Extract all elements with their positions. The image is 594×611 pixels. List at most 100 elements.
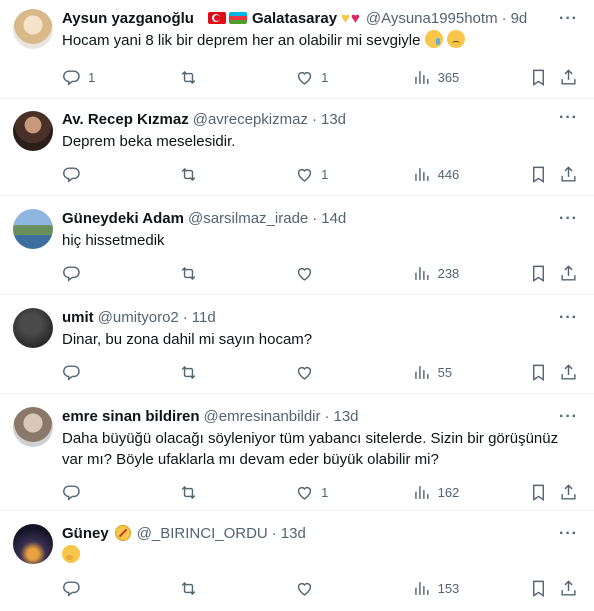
bookmark-button[interactable] xyxy=(529,68,559,87)
like-button[interactable]: 1 xyxy=(295,483,412,502)
tweet-header: emre sinan bildiren @emresinanbildir · 1… xyxy=(62,407,359,425)
reply-tweet[interactable]: Aysun yazganoğlu Galatasaray ♥ ♥ @Aysuna… xyxy=(0,0,594,99)
timestamp[interactable]: 9d xyxy=(511,10,528,27)
like-icon xyxy=(295,264,314,283)
author-handle[interactable]: @Aysuna1995hotm xyxy=(366,10,498,27)
reply-button[interactable]: 1 xyxy=(62,68,179,87)
views-button[interactable]: 365 xyxy=(412,68,530,87)
like-icon xyxy=(295,68,314,87)
tweet-text: Daha büyüğü olacağı söyleniyor tüm yaban… xyxy=(62,430,559,468)
tweet-text xyxy=(62,545,578,566)
bookmark-button[interactable] xyxy=(529,264,559,283)
author-name[interactable]: Av. Recep Kızmaz xyxy=(62,111,189,128)
share-icon xyxy=(559,165,578,184)
reply-button[interactable] xyxy=(62,264,179,283)
tweet-header: Güney @_BIRINCI_ORDU · 13d xyxy=(62,524,306,542)
retweet-icon xyxy=(179,68,198,87)
author-name[interactable]: Aysun yazganoğlu xyxy=(62,10,194,27)
more-icon[interactable]: ··· xyxy=(559,109,578,127)
azerbaijan-flag-icon xyxy=(228,12,247,24)
reply-icon xyxy=(62,579,81,598)
more-icon[interactable]: ··· xyxy=(559,525,578,543)
red-heart-icon: ♥ xyxy=(350,9,360,27)
views-button[interactable]: 153 xyxy=(412,579,530,598)
author-name[interactable]: Güney xyxy=(62,525,109,542)
bookmark-icon xyxy=(529,483,548,502)
timestamp[interactable]: 13d xyxy=(281,525,306,542)
author-handle[interactable]: @sarsilmaz_irade xyxy=(188,210,308,227)
more-icon[interactable]: ··· xyxy=(559,210,578,228)
bookmark-button[interactable] xyxy=(529,579,559,598)
share-button[interactable] xyxy=(559,363,578,382)
sad-relieved-face-icon xyxy=(424,30,443,48)
author-name[interactable]: umit xyxy=(62,309,94,326)
like-button[interactable] xyxy=(295,579,412,598)
reply-button[interactable] xyxy=(62,165,179,184)
tweet-header: Güneydeki Adam @sarsilmaz_irade · 14d xyxy=(62,209,347,227)
timestamp[interactable]: 13d xyxy=(321,111,346,128)
reply-tweet[interactable]: Güneydeki Adam @sarsilmaz_irade · 14d ··… xyxy=(0,196,594,295)
share-button[interactable] xyxy=(559,264,578,283)
views-button[interactable]: 162 xyxy=(412,483,530,502)
reply-button[interactable] xyxy=(62,579,179,598)
tweet-actions: 1 446 xyxy=(62,164,578,184)
retweet-button[interactable] xyxy=(179,68,296,87)
share-icon xyxy=(559,363,578,382)
avatar[interactable] xyxy=(13,111,53,151)
share-button[interactable] xyxy=(559,579,578,598)
views-button[interactable]: 55 xyxy=(412,363,530,382)
share-button[interactable] xyxy=(559,483,578,502)
retweet-button[interactable] xyxy=(179,165,296,184)
timestamp[interactable]: 13d xyxy=(334,408,359,425)
retweet-button[interactable] xyxy=(179,264,296,283)
avatar[interactable] xyxy=(13,308,53,348)
bookmark-button[interactable] xyxy=(529,483,559,502)
more-icon[interactable]: ··· xyxy=(559,408,578,426)
more-icon[interactable]: ··· xyxy=(559,10,578,28)
more-icon[interactable]: ··· xyxy=(559,309,578,327)
views-button[interactable]: 238 xyxy=(412,264,530,283)
like-button[interactable] xyxy=(295,264,412,283)
reply-tweet[interactable]: Güney @_BIRINCI_ORDU · 13d ··· 153 xyxy=(0,511,594,611)
avatar[interactable] xyxy=(13,9,53,49)
author-handle[interactable]: @emresinanbildir xyxy=(204,408,321,425)
author-handle[interactable]: @umityoro2 xyxy=(98,309,179,326)
avatar[interactable] xyxy=(13,209,53,249)
reply-button[interactable] xyxy=(62,363,179,382)
like-button[interactable]: 1 xyxy=(295,165,412,184)
retweet-button[interactable] xyxy=(179,579,296,598)
avatar[interactable] xyxy=(13,407,53,447)
views-icon xyxy=(412,165,431,184)
author-handle[interactable]: @avrecepkizmaz xyxy=(193,111,308,128)
tweet-actions: 153 xyxy=(62,578,578,598)
reply-icon xyxy=(62,264,81,283)
views-button[interactable]: 446 xyxy=(412,165,530,184)
share-button[interactable] xyxy=(559,165,578,184)
reply-tweet[interactable]: Av. Recep Kızmaz @avrecepkizmaz · 13d ··… xyxy=(0,99,594,196)
reply-tweet[interactable]: umit @umityoro2 · 11d ··· Dinar, bu zona… xyxy=(0,295,594,394)
reply-icon xyxy=(62,483,81,502)
like-button[interactable] xyxy=(295,363,412,382)
share-button[interactable] xyxy=(559,68,578,87)
retweet-icon xyxy=(179,264,198,283)
views-icon xyxy=(412,264,431,283)
author-name[interactable]: emre sinan bildiren xyxy=(62,408,200,425)
tweet-header: umit @umityoro2 · 11d xyxy=(62,308,216,326)
timestamp[interactable]: 11d xyxy=(192,309,216,326)
retweet-button[interactable] xyxy=(179,483,296,502)
reply-button[interactable] xyxy=(62,483,179,502)
author-name[interactable]: Güneydeki Adam xyxy=(62,210,184,227)
tweet-text: Deprem beka meselesidir. xyxy=(62,133,236,150)
timestamp[interactable]: 14d xyxy=(321,210,346,227)
retweet-button[interactable] xyxy=(179,363,296,382)
retweet-icon xyxy=(179,165,198,184)
turkey-flag-icon xyxy=(207,12,226,24)
reply-tweet[interactable]: emre sinan bildiren @emresinanbildir · 1… xyxy=(0,394,594,511)
author-handle[interactable]: @_BIRINCI_ORDU xyxy=(137,525,268,542)
like-button[interactable]: 1 xyxy=(295,68,412,87)
bookmark-button[interactable] xyxy=(529,363,559,382)
slightly-frowning-face-icon xyxy=(446,30,465,48)
bookmark-button[interactable] xyxy=(529,165,559,184)
share-icon xyxy=(559,264,578,283)
avatar[interactable] xyxy=(13,524,53,564)
